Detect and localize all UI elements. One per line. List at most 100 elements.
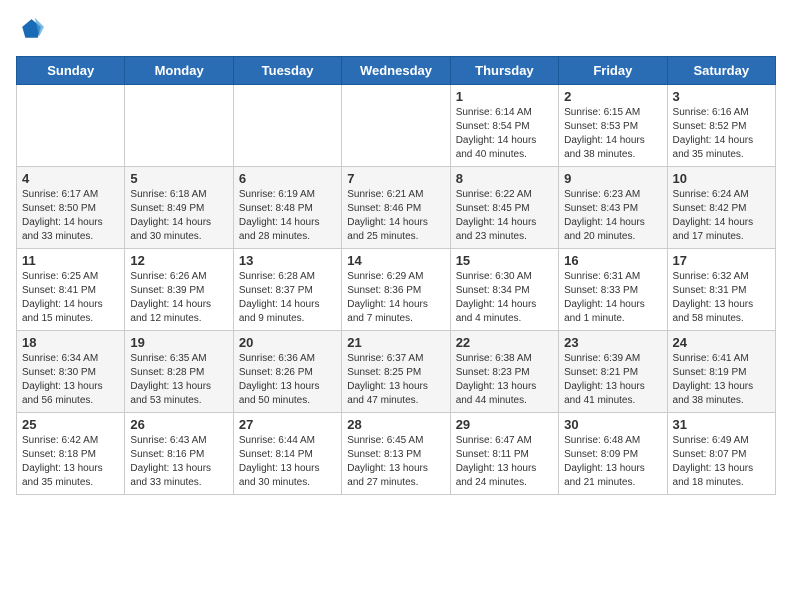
- day-info: Sunrise: 6:49 AM Sunset: 8:07 PM Dayligh…: [673, 434, 770, 490]
- day-info: Sunrise: 6:38 AM Sunset: 8:23 PM Dayligh…: [456, 352, 553, 408]
- day-info: Sunrise: 6:24 AM Sunset: 8:42 PM Dayligh…: [673, 188, 770, 244]
- day-info: Sunrise: 6:32 AM Sunset: 8:31 PM Dayligh…: [673, 270, 770, 326]
- day-number: 28: [347, 417, 444, 432]
- day-info: Sunrise: 6:17 AM Sunset: 8:50 PM Dayligh…: [22, 188, 119, 244]
- calendar-cell: 3 Sunrise: 6:16 AM Sunset: 8:52 PM Daylig…: [667, 85, 775, 167]
- day-number: 9: [564, 171, 661, 186]
- day-header-monday: Monday: [125, 57, 233, 85]
- calendar-cell: 31 Sunrise: 6:49 AM Sunset: 8:07 PM Dayli…: [667, 413, 775, 495]
- day-header-wednesday: Wednesday: [342, 57, 450, 85]
- day-number: 23: [564, 335, 661, 350]
- day-number: 7: [347, 171, 444, 186]
- day-number: 31: [673, 417, 770, 432]
- day-info: Sunrise: 6:39 AM Sunset: 8:21 PM Dayligh…: [564, 352, 661, 408]
- day-info: Sunrise: 6:43 AM Sunset: 8:16 PM Dayligh…: [130, 434, 227, 490]
- day-number: 12: [130, 253, 227, 268]
- day-info: Sunrise: 6:22 AM Sunset: 8:45 PM Dayligh…: [456, 188, 553, 244]
- calendar-header-row: SundayMondayTuesdayWednesdayThursdayFrid…: [17, 57, 776, 85]
- day-info: Sunrise: 6:30 AM Sunset: 8:34 PM Dayligh…: [456, 270, 553, 326]
- calendar-week-row: 25 Sunrise: 6:42 AM Sunset: 8:18 PM Dayli…: [17, 413, 776, 495]
- day-number: 27: [239, 417, 336, 432]
- day-info: Sunrise: 6:41 AM Sunset: 8:19 PM Dayligh…: [673, 352, 770, 408]
- calendar-cell: 15 Sunrise: 6:30 AM Sunset: 8:34 PM Dayli…: [450, 249, 558, 331]
- calendar-cell: 22 Sunrise: 6:38 AM Sunset: 8:23 PM Dayli…: [450, 331, 558, 413]
- calendar-cell: 20Sunrise: 6:36 AM Sunset: 8:26 PM Dayli…: [233, 331, 341, 413]
- day-number: 15: [456, 253, 553, 268]
- day-info: Sunrise: 6:29 AM Sunset: 8:36 PM Dayligh…: [347, 270, 444, 326]
- calendar-cell: 11 Sunrise: 6:25 AM Sunset: 8:41 PM Dayli…: [17, 249, 125, 331]
- calendar-cell: [342, 85, 450, 167]
- day-info: Sunrise: 6:35 AM Sunset: 8:28 PM Dayligh…: [130, 352, 227, 408]
- day-number: 1: [456, 89, 553, 104]
- calendar-cell: 21Sunrise: 6:37 AM Sunset: 8:25 PM Dayli…: [342, 331, 450, 413]
- day-info: Sunrise: 6:19 AM Sunset: 8:48 PM Dayligh…: [239, 188, 336, 244]
- day-number: 19: [130, 335, 227, 350]
- calendar-cell: 6 Sunrise: 6:19 AM Sunset: 8:48 PM Daylig…: [233, 167, 341, 249]
- day-number: 30: [564, 417, 661, 432]
- day-number: 16: [564, 253, 661, 268]
- day-number: 10: [673, 171, 770, 186]
- calendar-cell: 28 Sunrise: 6:45 AM Sunset: 8:13 PM Dayli…: [342, 413, 450, 495]
- calendar-cell: 23 Sunrise: 6:39 AM Sunset: 8:21 PM Dayli…: [559, 331, 667, 413]
- day-number: 2: [564, 89, 661, 104]
- day-info: Sunrise: 6:28 AM Sunset: 8:37 PM Dayligh…: [239, 270, 336, 326]
- day-info: Sunrise: 6:23 AM Sunset: 8:43 PM Dayligh…: [564, 188, 661, 244]
- day-number: 26: [130, 417, 227, 432]
- day-number: 21: [347, 335, 444, 350]
- day-number: 18: [22, 335, 119, 350]
- calendar-cell: 5 Sunrise: 6:18 AM Sunset: 8:49 PM Daylig…: [125, 167, 233, 249]
- day-number: 6: [239, 171, 336, 186]
- day-info: Sunrise: 6:44 AM Sunset: 8:14 PM Dayligh…: [239, 434, 336, 490]
- day-info: Sunrise: 6:45 AM Sunset: 8:13 PM Dayligh…: [347, 434, 444, 490]
- calendar-week-row: 1 Sunrise: 6:14 AM Sunset: 8:54 PM Daylig…: [17, 85, 776, 167]
- day-number: 20: [239, 335, 336, 350]
- calendar-cell: [125, 85, 233, 167]
- calendar-cell: 9 Sunrise: 6:23 AM Sunset: 8:43 PM Daylig…: [559, 167, 667, 249]
- calendar-cell: 16 Sunrise: 6:31 AM Sunset: 8:33 PM Dayli…: [559, 249, 667, 331]
- calendar-cell: 14 Sunrise: 6:29 AM Sunset: 8:36 PM Dayli…: [342, 249, 450, 331]
- calendar-cell: 25 Sunrise: 6:42 AM Sunset: 8:18 PM Dayli…: [17, 413, 125, 495]
- day-info: Sunrise: 6:18 AM Sunset: 8:49 PM Dayligh…: [130, 188, 227, 244]
- calendar-week-row: 11 Sunrise: 6:25 AM Sunset: 8:41 PM Dayli…: [17, 249, 776, 331]
- day-header-tuesday: Tuesday: [233, 57, 341, 85]
- day-info: Sunrise: 6:42 AM Sunset: 8:18 PM Dayligh…: [22, 434, 119, 490]
- day-info: Sunrise: 6:25 AM Sunset: 8:41 PM Dayligh…: [22, 270, 119, 326]
- calendar-table: SundayMondayTuesdayWednesdayThursdayFrid…: [16, 56, 776, 495]
- day-number: 25: [22, 417, 119, 432]
- calendar-cell: 26 Sunrise: 6:43 AM Sunset: 8:16 PM Dayli…: [125, 413, 233, 495]
- day-info: Sunrise: 6:47 AM Sunset: 8:11 PM Dayligh…: [456, 434, 553, 490]
- calendar-cell: 2Sunrise: 6:15 AM Sunset: 8:53 PM Daylig…: [559, 85, 667, 167]
- calendar-cell: 18 Sunrise: 6:34 AM Sunset: 8:30 PM Dayli…: [17, 331, 125, 413]
- day-info: Sunrise: 6:14 AM Sunset: 8:54 PM Dayligh…: [456, 106, 553, 162]
- calendar-cell: 29Sunrise: 6:47 AM Sunset: 8:11 PM Dayli…: [450, 413, 558, 495]
- day-number: 11: [22, 253, 119, 268]
- day-info: Sunrise: 6:31 AM Sunset: 8:33 PM Dayligh…: [564, 270, 661, 326]
- day-number: 14: [347, 253, 444, 268]
- calendar-cell: 30 Sunrise: 6:48 AM Sunset: 8:09 PM Dayli…: [559, 413, 667, 495]
- calendar-week-row: 18 Sunrise: 6:34 AM Sunset: 8:30 PM Dayli…: [17, 331, 776, 413]
- calendar-cell: 19 Sunrise: 6:35 AM Sunset: 8:28 PM Dayli…: [125, 331, 233, 413]
- day-header-sunday: Sunday: [17, 57, 125, 85]
- day-number: 24: [673, 335, 770, 350]
- calendar-cell: [233, 85, 341, 167]
- day-info: Sunrise: 6:16 AM Sunset: 8:52 PM Dayligh…: [673, 106, 770, 162]
- day-info: Sunrise: 6:48 AM Sunset: 8:09 PM Dayligh…: [564, 434, 661, 490]
- calendar-cell: 13 Sunrise: 6:28 AM Sunset: 8:37 PM Dayli…: [233, 249, 341, 331]
- logo-icon: [16, 16, 44, 44]
- day-header-friday: Friday: [559, 57, 667, 85]
- calendar-cell: 7Sunrise: 6:21 AM Sunset: 8:46 PM Daylig…: [342, 167, 450, 249]
- day-info: Sunrise: 6:34 AM Sunset: 8:30 PM Dayligh…: [22, 352, 119, 408]
- day-number: 3: [673, 89, 770, 104]
- calendar-cell: 1 Sunrise: 6:14 AM Sunset: 8:54 PM Daylig…: [450, 85, 558, 167]
- calendar-cell: 12Sunrise: 6:26 AM Sunset: 8:39 PM Dayli…: [125, 249, 233, 331]
- day-number: 5: [130, 171, 227, 186]
- calendar-cell: 10 Sunrise: 6:24 AM Sunset: 8:42 PM Dayli…: [667, 167, 775, 249]
- page-header: [16, 16, 776, 44]
- calendar-week-row: 4 Sunrise: 6:17 AM Sunset: 8:50 PM Daylig…: [17, 167, 776, 249]
- day-number: 22: [456, 335, 553, 350]
- day-number: 4: [22, 171, 119, 186]
- day-header-thursday: Thursday: [450, 57, 558, 85]
- calendar-cell: 8Sunrise: 6:22 AM Sunset: 8:45 PM Daylig…: [450, 167, 558, 249]
- calendar-cell: 17Sunrise: 6:32 AM Sunset: 8:31 PM Dayli…: [667, 249, 775, 331]
- day-number: 13: [239, 253, 336, 268]
